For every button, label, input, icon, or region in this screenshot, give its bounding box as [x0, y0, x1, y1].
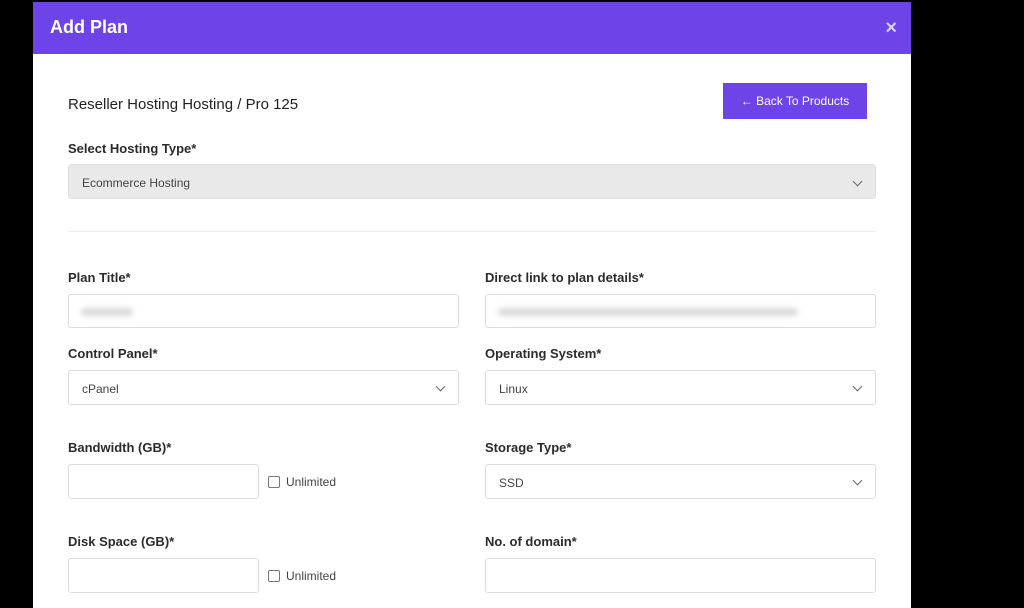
section-divider	[68, 231, 876, 232]
checkbox-icon[interactable]	[268, 570, 280, 582]
direct-link-input[interactable]	[485, 294, 876, 328]
disk-space-unlimited-checkbox[interactable]: Unlimited	[268, 569, 336, 583]
bandwidth-unlimited-checkbox[interactable]: Unlimited	[268, 475, 336, 489]
hosting-type-value: Ecommerce Hosting	[82, 176, 191, 190]
chevron-down-icon	[852, 381, 863, 392]
modal-title: Add Plan	[50, 17, 129, 37]
disk-space-unlimited-label: Unlimited	[286, 569, 337, 583]
close-icon[interactable]: ×	[885, 18, 897, 38]
disk-space-input[interactable]	[68, 558, 259, 593]
chevron-down-icon	[852, 475, 863, 486]
operating-system-label: Operating System*	[485, 346, 602, 361]
domains-label: No. of domain*	[485, 534, 577, 549]
chevron-down-icon	[852, 176, 863, 187]
direct-link-label: Direct link to plan details*	[485, 270, 644, 285]
storage-type-select[interactable]: SSD	[485, 464, 876, 499]
bandwidth-input[interactable]	[68, 464, 259, 499]
modal-header: Add Plan ×	[33, 2, 911, 54]
storage-type-value: SSD	[499, 476, 524, 490]
disk-space-label: Disk Space (GB)*	[68, 534, 175, 549]
plan-title-label: Plan Title*	[68, 270, 131, 285]
operating-system-select[interactable]: Linux	[485, 370, 876, 405]
plan-title-input[interactable]	[68, 294, 459, 328]
redacted-text	[81, 308, 133, 316]
bandwidth-label: Bandwidth (GB)*	[68, 440, 172, 455]
control-panel-select[interactable]: cPanel	[68, 370, 459, 405]
hosting-type-label: Select Hosting Type*	[68, 141, 197, 156]
storage-type-label: Storage Type*	[485, 440, 572, 455]
bandwidth-unlimited-label: Unlimited	[286, 475, 337, 489]
hosting-type-select[interactable]: Ecommerce Hosting	[68, 164, 876, 199]
domains-input[interactable]	[485, 558, 876, 593]
control-panel-label: Control Panel*	[68, 346, 158, 361]
chevron-down-icon	[435, 381, 446, 392]
control-panel-value: cPanel	[82, 382, 119, 396]
checkbox-icon[interactable]	[268, 476, 280, 488]
operating-system-value: Linux	[499, 382, 528, 396]
add-plan-modal: Add Plan × Reseller Hosting Hosting / Pr…	[33, 2, 911, 608]
breadcrumb: Reseller Hosting Hosting / Pro 125	[68, 96, 299, 113]
redacted-text	[498, 308, 798, 316]
back-to-products-button[interactable]: ← Back To Products	[723, 83, 867, 119]
